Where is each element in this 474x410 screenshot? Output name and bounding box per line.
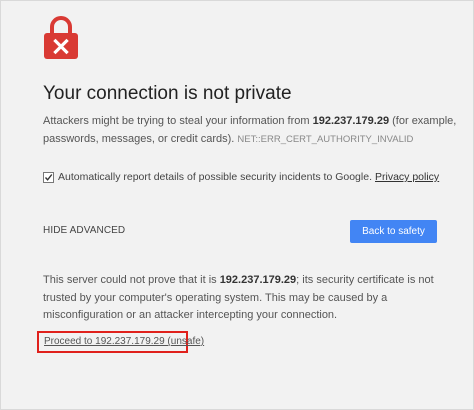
red-lock-icon [43,15,79,59]
report-checkbox[interactable] [43,171,54,183]
privacy-policy-link[interactable]: Privacy policy [375,171,439,183]
checkmark-icon [44,173,53,181]
security-interstitial-page: Your connection is not private Attackers… [0,0,474,410]
report-label: Automatically report details of possible… [58,171,372,183]
report-option: Automatically report details of possible… [43,171,439,183]
advanced-details-text: This server could not prove that it is 1… [43,272,463,325]
description-ip: 192.237.179.29 [312,115,390,127]
proceed-unsafe-link[interactable]: Proceed to 192.237.179.29 (unsafe) [44,336,204,347]
error-code: NET::ERR_CERT_AUTHORITY_INVALID [237,134,414,145]
page-title: Your connection is not private [43,83,292,104]
back-to-safety-button[interactable]: Back to safety [350,220,437,243]
description-text: Attackers might be trying to steal your … [43,115,313,127]
details-ip: 192.237.179.29 [219,274,297,286]
hide-advanced-button[interactable]: HIDE ADVANCED [43,225,125,236]
warning-description: Attackers might be trying to steal your … [43,112,463,149]
details-text: This server could not prove that it is [43,274,220,286]
